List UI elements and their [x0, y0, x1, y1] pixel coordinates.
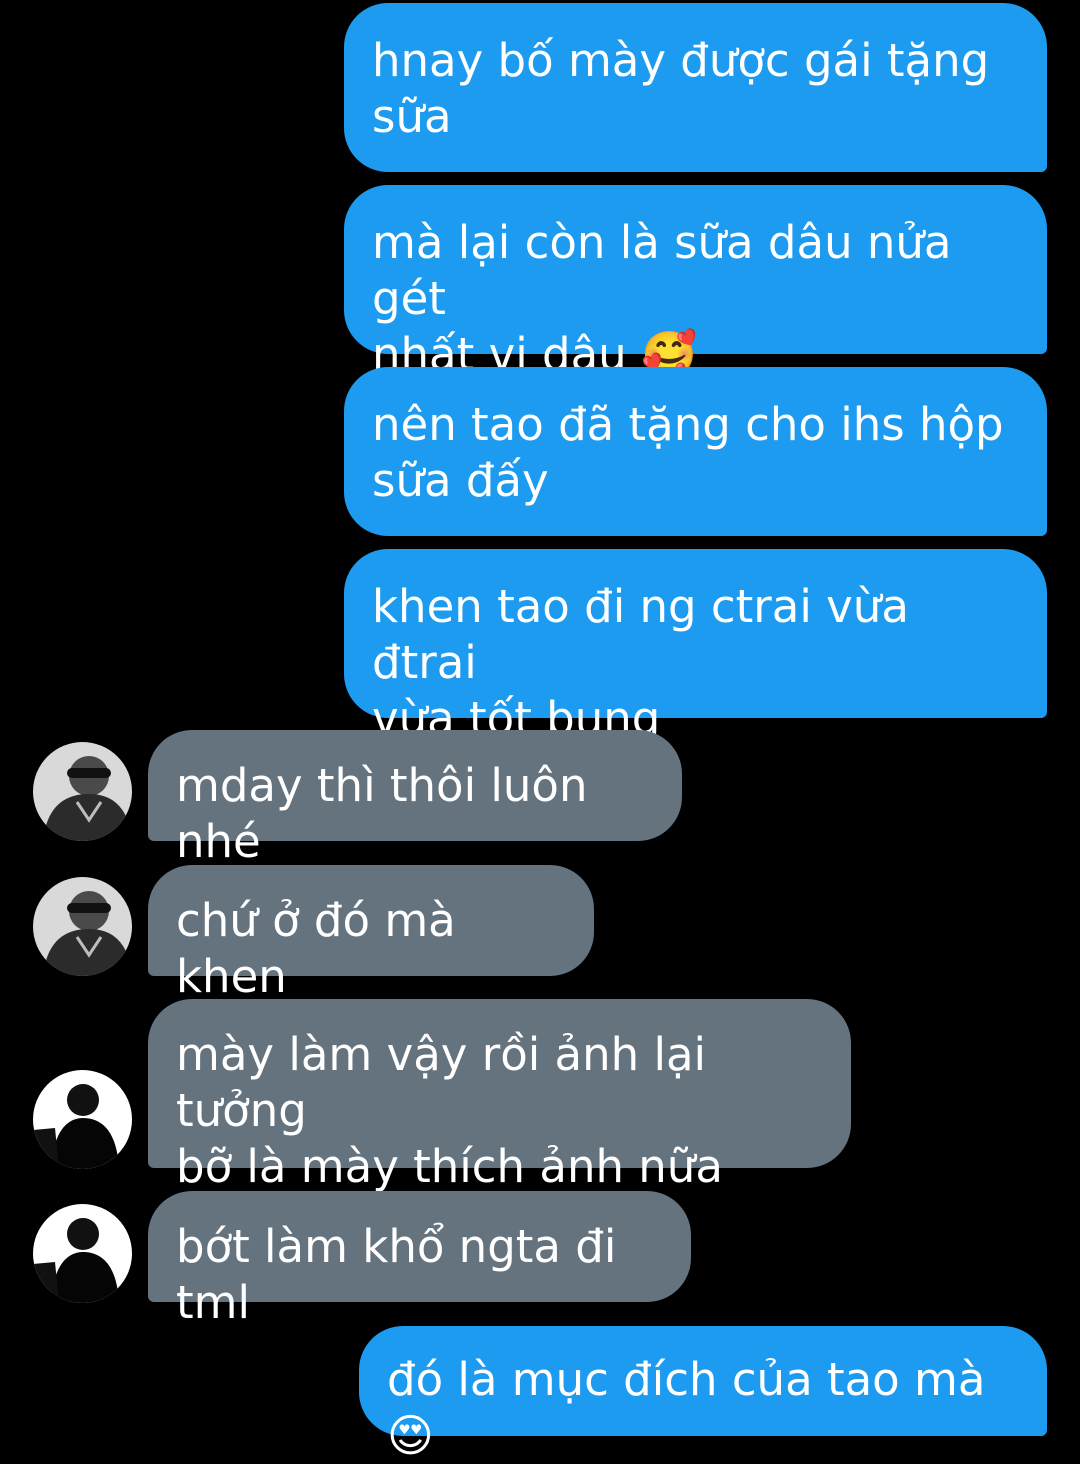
contact-avatar[interactable] [33, 1070, 132, 1169]
received-message-bubble[interactable]: chứ ở đó mà khen [148, 865, 594, 1003]
received-message-bubble[interactable]: mday thì thôi luôn nhé [148, 730, 682, 868]
sent-message-bubble[interactable]: hnay bố mày được gái tặng sữa [344, 3, 1047, 172]
person-photo-icon [33, 877, 132, 976]
person-photo-icon [33, 742, 132, 841]
person-photo-icon [33, 1204, 132, 1303]
sent-message-bubble[interactable]: khen tao đi ng ctrai vừa đtrai vừa tốt b… [344, 549, 1047, 745]
received-message-bubble[interactable]: mày làm vậy rồi ảnh lại tưởng bỡ là mày … [148, 999, 851, 1193]
contact-avatar[interactable] [33, 742, 132, 841]
received-message-bubble[interactable]: bớt làm khổ ngta đi tml [148, 1191, 691, 1329]
person-photo-icon [33, 1070, 132, 1169]
contact-avatar[interactable] [33, 877, 132, 976]
sent-message-bubble[interactable]: mà lại còn là sữa dâu nửa gét nhất vị dâ… [344, 185, 1047, 381]
sent-message-bubble[interactable]: nên tao đã tặng cho ihs hộp sữa đấy [344, 367, 1047, 536]
contact-avatar[interactable] [33, 1204, 132, 1303]
sent-message-bubble[interactable]: đó là mục đích của tao mà 😍 [359, 1326, 1047, 1462]
